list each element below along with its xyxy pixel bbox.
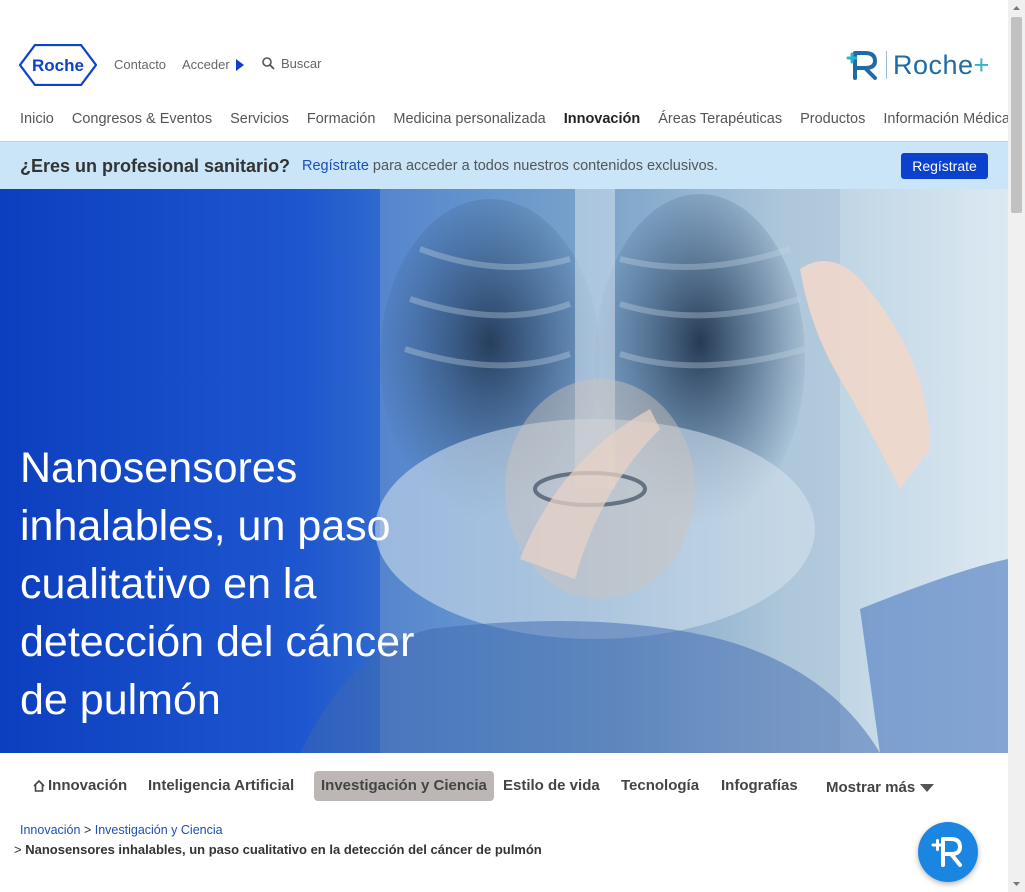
main-nav: Inicio Congresos & Eventos Servicios For… xyxy=(20,111,1010,127)
banner-question: ¿Eres un profesional sanitario? xyxy=(20,156,291,176)
banner-text: Regístrate para acceder a todos nuestros… xyxy=(302,158,718,174)
brand-label: Roche+ xyxy=(893,49,990,80)
register-button[interactable]: Regístrate xyxy=(901,153,988,179)
nav-item-servicios[interactable]: Servicios xyxy=(230,111,289,127)
subnav-item-estilo[interactable]: Estilo de vida xyxy=(503,771,600,801)
roche-plus-icon xyxy=(931,837,962,867)
subnav-item-investigacion[interactable]: Investigación y Ciencia xyxy=(314,771,494,801)
chevron-down-icon xyxy=(920,783,935,792)
scroll-down-icon[interactable] xyxy=(1008,875,1025,892)
category-subnav: Innovación Inteligencia Artificial Inves… xyxy=(0,762,1008,810)
subnav-item-tecnologia[interactable]: Tecnología xyxy=(621,771,699,801)
nav-item-congresos[interactable]: Congresos & Eventos xyxy=(72,111,212,127)
nav-item-informacion[interactable]: Información Médica xyxy=(883,111,1010,127)
search-label: Buscar xyxy=(281,56,322,71)
hero-title: Nanosensores inhalables, un paso cualita… xyxy=(20,444,415,724)
nav-item-medicina[interactable]: Medicina personalizada xyxy=(393,111,545,127)
show-more-button[interactable]: Mostrar más xyxy=(826,773,935,803)
page-scrollbar[interactable] xyxy=(1008,0,1025,892)
search-button[interactable]: Buscar xyxy=(262,56,321,71)
roche-plus-icon xyxy=(846,51,877,80)
breadcrumb-innovacion[interactable]: Innovación xyxy=(20,823,80,837)
roche-logo[interactable]: Roche xyxy=(18,43,98,87)
breadcrumb-separator: > xyxy=(83,823,92,837)
roche-plus-fab[interactable] xyxy=(918,822,978,882)
contact-link[interactable]: Contacto xyxy=(114,57,166,72)
hero-image: Nanosensores inhalables, un paso cualita… xyxy=(0,189,1008,753)
scroll-up-icon[interactable] xyxy=(1008,0,1025,17)
breadcrumb-current: > Nanosensores inhalables, un paso cuali… xyxy=(14,842,542,857)
subnav-item-ia[interactable]: Inteligencia Artificial xyxy=(148,771,294,801)
search-icon xyxy=(262,57,275,70)
register-banner: ¿Eres un profesional sanitario? Regístra… xyxy=(0,141,1008,190)
nav-item-formacion[interactable]: Formación xyxy=(307,111,376,127)
login-label: Acceder xyxy=(182,57,230,72)
caret-right-icon xyxy=(235,58,244,71)
nav-item-innovacion[interactable]: Innovación xyxy=(564,111,641,127)
nav-item-productos[interactable]: Productos xyxy=(800,111,865,127)
brand-divider xyxy=(886,51,887,79)
svg-text:Roche: Roche xyxy=(32,56,84,75)
nav-item-areas[interactable]: Áreas Terapéuticas xyxy=(658,111,782,127)
subnav-item-infografias[interactable]: Infografías xyxy=(721,771,798,801)
home-icon xyxy=(33,780,45,792)
nav-item-inicio[interactable]: Inicio xyxy=(20,111,54,127)
breadcrumb-investigacion[interactable]: Investigación y Ciencia xyxy=(95,823,223,837)
subnav-item-innovacion[interactable]: Innovación xyxy=(33,771,127,801)
banner-register-link[interactable]: Regístrate xyxy=(302,158,369,174)
login-link[interactable]: Acceder xyxy=(182,57,244,72)
scroll-thumb[interactable] xyxy=(1011,17,1022,213)
roche-plus-logo[interactable]: Roche+ xyxy=(846,48,990,82)
breadcrumb: Innovación > Investigación y Ciencia xyxy=(20,823,223,837)
header: Roche Contacto Acceder Buscar Roche+ xyxy=(0,0,1008,100)
